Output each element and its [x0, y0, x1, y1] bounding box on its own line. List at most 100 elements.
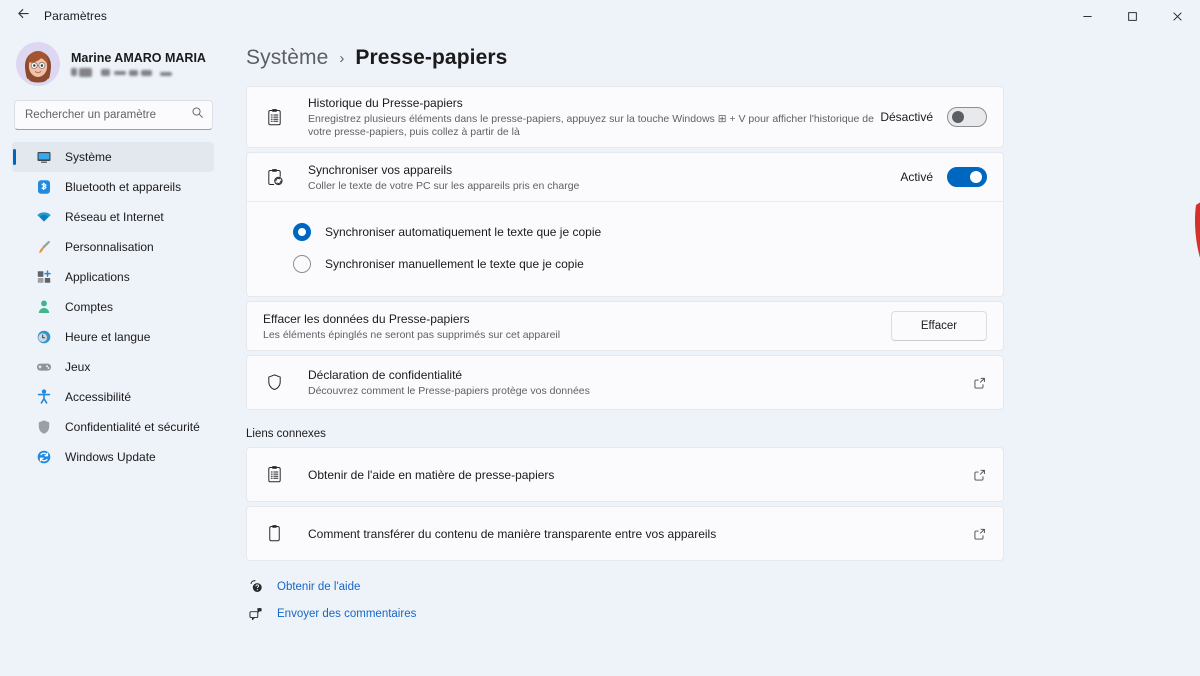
close-button[interactable]: [1155, 0, 1200, 32]
search-box[interactable]: [14, 100, 213, 130]
update-icon: [36, 449, 52, 465]
footer-link-get-help[interactable]: Obtenir de l'aide: [246, 579, 1004, 595]
wifi-icon: [36, 209, 52, 225]
sync-option-manual-label: Synchroniser manuellement le texte que j…: [325, 257, 584, 271]
breadcrumb-parent[interactable]: Système: [246, 46, 328, 70]
settings-window: Paramètres Marine AMARO MARIA Rechercher…: [0, 0, 1200, 676]
shield-icon: [36, 419, 52, 435]
related-link-row[interactable]: Comment transférer du contenu de manière…: [247, 507, 1003, 560]
main-content: Système › Presse-papiers Historique du P…: [228, 32, 1200, 676]
radio-manual[interactable]: [293, 255, 311, 273]
sidebar-item-comptes[interactable]: Comptes: [12, 292, 214, 322]
clipboard-list-icon: [263, 465, 285, 484]
clipboard-list-icon: [263, 108, 285, 127]
sidebar-item-applications[interactable]: Applications: [12, 262, 214, 292]
sync-option-auto-label: Synchroniser automatiquement le texte qu…: [325, 225, 602, 239]
sidebar-item-label: Confidentialité et sécurité: [65, 420, 200, 434]
breadcrumb-separator-icon: ›: [339, 49, 345, 67]
sidebar-item-label: Réseau et Internet: [65, 210, 164, 224]
clipboard-history-title: Historique du Presse-papiers: [308, 96, 463, 110]
related-link-row[interactable]: Obtenir de l'aide en matière de presse-p…: [247, 448, 1003, 501]
clipboard-history-state-label: Désactivé: [880, 110, 933, 124]
person-icon: [36, 299, 52, 315]
sidebar-item-label: Windows Update: [65, 450, 156, 464]
window-controls: [1065, 0, 1200, 32]
sidebar-item-label: Jeux: [65, 360, 91, 374]
title-bar: Paramètres: [0, 0, 1200, 32]
search-input[interactable]: [25, 109, 191, 121]
sidebar-item-systeme[interactable]: Système: [12, 142, 214, 172]
sidebar-item-heure-et-langue[interactable]: Heure et langue: [12, 322, 214, 352]
breadcrumb: Système › Presse-papiers: [246, 32, 1200, 86]
minimize-button[interactable]: [1065, 0, 1110, 32]
sidebar-item-label: Applications: [65, 270, 130, 284]
radio-auto[interactable]: [293, 223, 311, 241]
sidebar-item-reseau-et-internet[interactable]: Réseau et Internet: [12, 202, 214, 232]
maximize-button[interactable]: [1110, 0, 1155, 32]
privacy-statement-title: Déclaration de confidentialité: [308, 368, 463, 382]
avatar: [16, 42, 60, 86]
clock-globe-icon: [36, 329, 52, 345]
related-link-label: Comment transférer du contenu de manière…: [308, 526, 717, 541]
window-title: Paramètres: [44, 9, 108, 23]
gamepad-icon: [36, 359, 52, 375]
clipboard-history-row[interactable]: Historique du Presse-papiers Enregistrez…: [247, 87, 1003, 147]
footer-links: Obtenir de l'aide Envoyer des commentair…: [246, 579, 1004, 622]
toggle-knob: [970, 171, 982, 183]
sidebar-item-label: Système: [65, 150, 112, 164]
back-button[interactable]: [6, 1, 40, 31]
toggle-knob: [952, 111, 964, 123]
sync-option-auto[interactable]: Synchroniser automatiquement le texte qu…: [247, 216, 1003, 248]
sidebar: Marine AMARO MARIA Rechercher un paramèt…: [0, 32, 228, 676]
sidebar-nav: Système Bluetooth et appareils Réseau et…: [0, 142, 220, 472]
sidebar-item-bluetooth-et-appareils[interactable]: Bluetooth et appareils: [12, 172, 214, 202]
sidebar-item-label: Personnalisation: [65, 240, 154, 254]
clear-data-subtitle: Les éléments épinglés ne seront pas supp…: [263, 328, 561, 341]
related-link-label: Obtenir de l'aide en matière de presse-p…: [308, 467, 555, 482]
related-link-transfer-content[interactable]: Comment transférer du contenu de manière…: [246, 506, 1004, 561]
sync-option-manual[interactable]: Synchroniser manuellement le texte que j…: [247, 248, 1003, 280]
clear-button[interactable]: Effacer: [891, 311, 987, 341]
sync-devices-row[interactable]: Synchroniser vos appareils Coller le tex…: [247, 153, 1003, 201]
avatar-woman-icon: [16, 42, 60, 86]
account-tile[interactable]: Marine AMARO MARIA: [0, 32, 220, 94]
sidebar-item-personnalisation[interactable]: Personnalisation: [12, 232, 214, 262]
sync-devices-subtitle: Coller le texte de votre PC sur les appa…: [308, 179, 580, 192]
sidebar-item-windows-update[interactable]: Windows Update: [12, 442, 214, 472]
arrow-left-icon: [16, 6, 31, 26]
sync-devices-title: Synchroniser vos appareils: [308, 162, 453, 177]
monitor-icon: [36, 149, 52, 165]
accessibility-icon: [36, 389, 52, 405]
sidebar-item-confidentialite-et-securite[interactable]: Confidentialité et sécurité: [12, 412, 214, 442]
sidebar-item-jeux[interactable]: Jeux: [12, 352, 214, 382]
privacy-statement-card[interactable]: Déclaration de confidentialité Découvrez…: [246, 355, 1004, 410]
clear-data-card: Effacer les données du Presse-papiers Le…: [246, 301, 1004, 351]
sync-options-group: Synchroniser automatiquement le texte qu…: [247, 202, 1003, 296]
paintbrush-icon: [36, 239, 52, 255]
sidebar-item-label: Accessibilité: [65, 390, 132, 404]
footer-link-label: Obtenir de l'aide: [277, 581, 361, 593]
settings-list: Historique du Presse-papiers Enregistrez…: [246, 86, 1004, 622]
sync-devices-card: Synchroniser vos appareils Coller le tex…: [246, 152, 1004, 297]
feedback-icon: [247, 606, 264, 622]
footer-link-send-feedback[interactable]: Envoyer des commentaires: [246, 606, 1004, 622]
help-icon: [247, 579, 264, 595]
privacy-statement-row[interactable]: Déclaration de confidentialité Découvrez…: [247, 356, 1003, 409]
sidebar-item-accessibilite[interactable]: Accessibilité: [12, 382, 214, 412]
page-title: Presse-papiers: [355, 46, 508, 69]
sidebar-item-label: Heure et langue: [65, 330, 151, 344]
external-link-icon[interactable]: [973, 468, 987, 482]
apps-icon: [36, 269, 52, 285]
clipboard-history-toggle[interactable]: [947, 107, 987, 127]
external-link-icon[interactable]: [973, 527, 987, 541]
footer-link-label: Envoyer des commentaires: [277, 608, 417, 620]
sidebar-item-label: Comptes: [65, 300, 114, 314]
bluetooth-icon: [36, 179, 52, 195]
clear-data-row: Effacer les données du Presse-papiers Le…: [247, 302, 1003, 350]
clear-data-title: Effacer les données du Presse-papiers: [263, 311, 470, 326]
external-link-icon[interactable]: [973, 376, 987, 390]
annotation-arrow: [1183, 175, 1200, 335]
sync-devices-toggle[interactable]: [947, 167, 987, 187]
related-link-help-clipboard[interactable]: Obtenir de l'aide en matière de presse-p…: [246, 447, 1004, 502]
sync-devices-state-label: Activé: [900, 170, 933, 184]
